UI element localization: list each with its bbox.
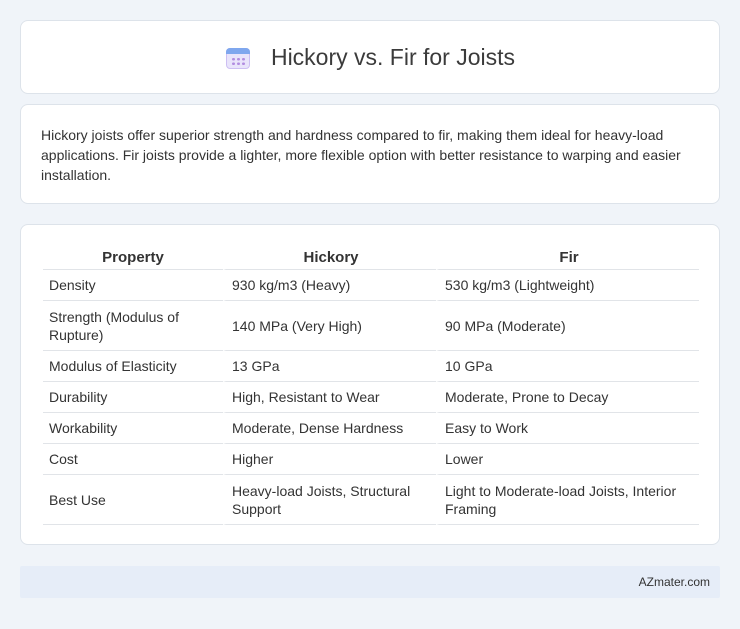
table-cell: Workability	[43, 413, 223, 444]
table-cell: Cost	[43, 444, 223, 475]
table-cell: Moderate, Dense Hardness	[223, 413, 436, 444]
table-cell: Durability	[43, 382, 223, 413]
comparison-card: Property Hickory Fir Density 930 kg/m3 (…	[20, 224, 720, 545]
table-row: Durability High, Resistant to Wear Moder…	[43, 382, 699, 413]
title-wrap: Hickory vs. Fir for Joists	[225, 44, 515, 71]
table-cell: Heavy-load Joists, Structural Support	[223, 475, 436, 525]
header-hickory: Hickory	[223, 243, 436, 270]
table-cell: Best Use	[43, 475, 223, 525]
header-property: Property	[43, 243, 223, 270]
table-row: Strength (Modulus of Rupture) 140 MPa (V…	[43, 301, 699, 351]
table-cell: Density	[43, 270, 223, 301]
table-cell: 140 MPa (Very High)	[223, 301, 436, 351]
table-cell: 10 GPa	[436, 351, 699, 382]
table-cell: Moderate, Prone to Decay	[436, 382, 699, 413]
summary-card: Hickory joists offer superior strength a…	[20, 104, 720, 204]
table-cell: Light to Moderate-load Joists, Interior …	[436, 475, 699, 525]
table-row: Modulus of Elasticity 13 GPa 10 GPa	[43, 351, 699, 382]
header-fir: Fir	[436, 243, 699, 270]
table-cell: Modulus of Elasticity	[43, 351, 223, 382]
footer: AZmater.com	[20, 566, 720, 598]
table-cell: Higher	[223, 444, 436, 475]
table-row: Density 930 kg/m3 (Heavy) 530 kg/m3 (Lig…	[43, 270, 699, 301]
table-row: Workability Moderate, Dense Hardness Eas…	[43, 413, 699, 444]
table-cell: Strength (Modulus of Rupture)	[43, 301, 223, 351]
table-cell: 13 GPa	[223, 351, 436, 382]
page-title: Hickory vs. Fir for Joists	[270, 43, 516, 70]
table-cell: 530 kg/m3 (Lightweight)	[436, 270, 699, 301]
table-row: Cost Higher Lower	[43, 444, 699, 475]
calendar-icon	[225, 45, 251, 69]
table-cell: Easy to Work	[436, 413, 699, 444]
footer-source-link[interactable]: AZmater.com	[639, 575, 710, 589]
table-header-row: Property Hickory Fir	[43, 243, 699, 270]
table-row: Best Use Heavy-load Joists, Structural S…	[43, 475, 699, 525]
comparison-table: Property Hickory Fir Density 930 kg/m3 (…	[43, 243, 699, 525]
table-cell: 930 kg/m3 (Heavy)	[223, 270, 436, 301]
table-cell: 90 MPa (Moderate)	[436, 301, 699, 351]
summary-text: Hickory joists offer superior strength a…	[41, 127, 681, 183]
header-card: Hickory vs. Fir for Joists	[20, 20, 720, 94]
table-cell: Lower	[436, 444, 699, 475]
table-cell: High, Resistant to Wear	[223, 382, 436, 413]
